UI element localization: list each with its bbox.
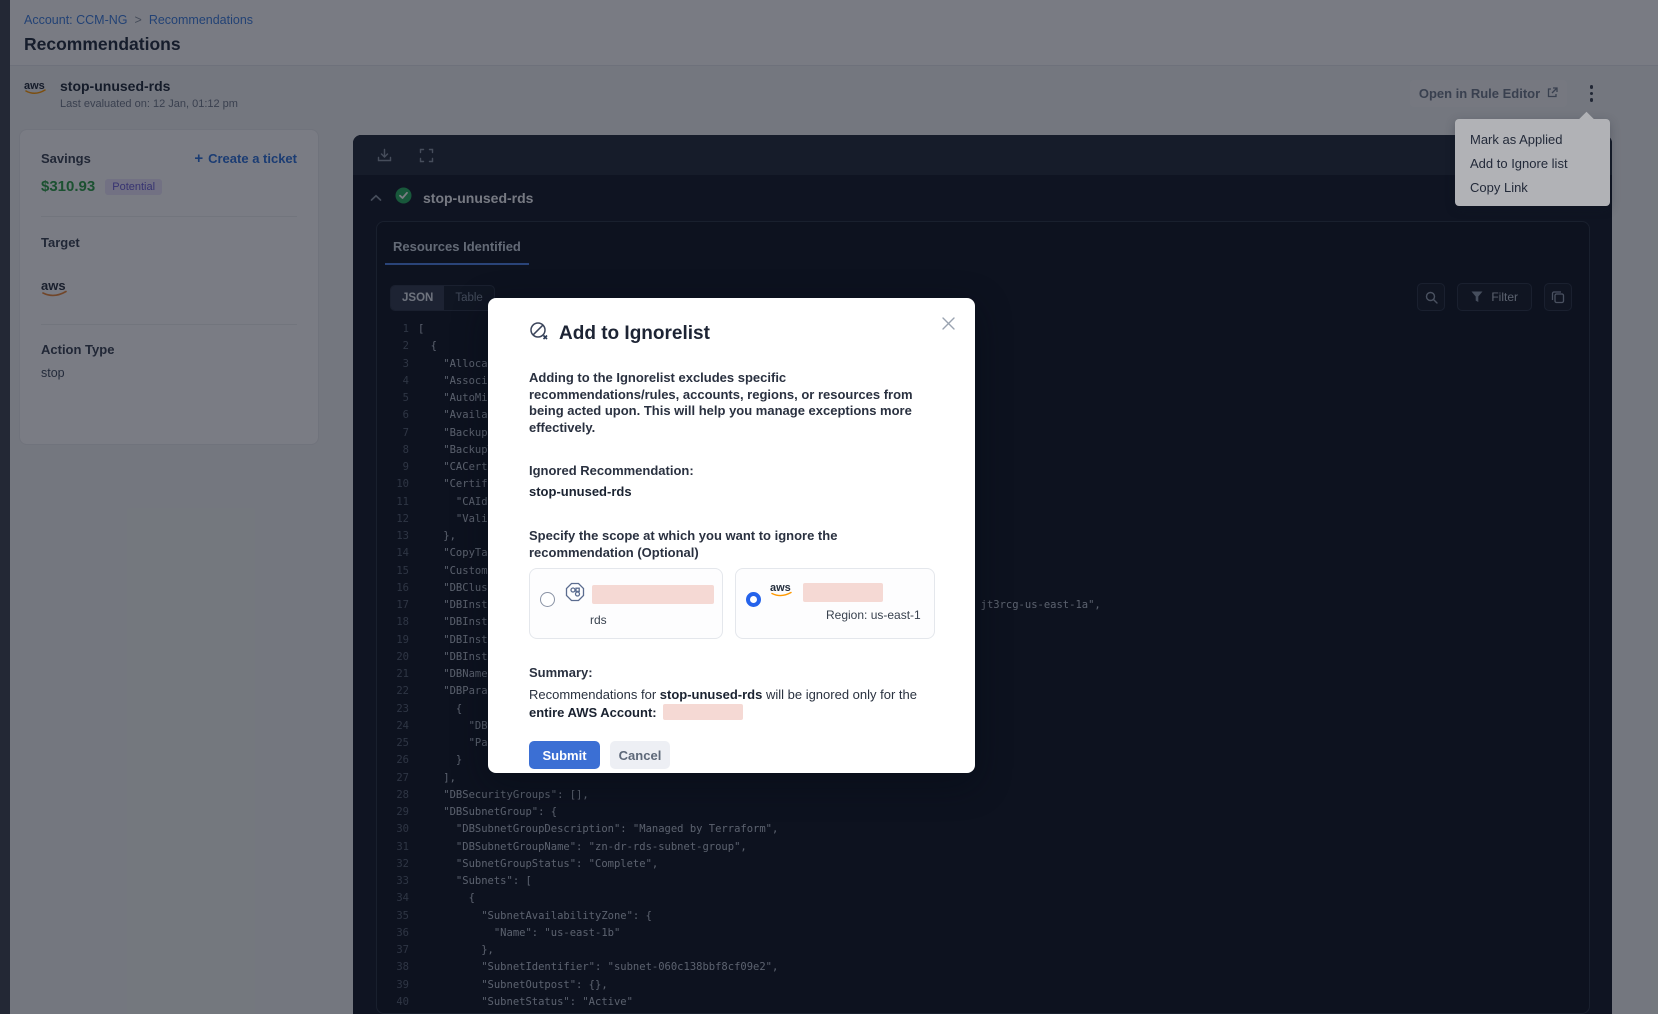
summary-label: Summary: xyxy=(529,665,935,680)
modal-title: Add to Ignorelist xyxy=(559,323,710,345)
scope-option-resource[interactable]: rds xyxy=(529,568,723,639)
scope-option-account[interactable]: aws Region: us-east-1 xyxy=(735,568,935,639)
ignore-icon xyxy=(529,321,550,347)
redacted-account-id xyxy=(663,704,743,720)
scope-label: Specify the scope at which you want to i… xyxy=(529,528,931,561)
aws-logo-text: aws xyxy=(770,582,791,594)
cancel-button[interactable]: Cancel xyxy=(610,741,670,769)
ignored-recommendation-value: stop-unused-rds xyxy=(529,484,935,499)
scope-option-caption: Region: us-east-1 xyxy=(826,608,921,622)
service-nodes-icon xyxy=(564,581,586,608)
screen: Account: CCM-NG > Recommendations Recomm… xyxy=(0,0,1658,1014)
redacted-resource-name xyxy=(592,585,714,604)
aws-logo-icon: aws xyxy=(770,581,797,603)
summary-part: will be ignored only for the xyxy=(762,687,917,702)
submit-button[interactable]: Submit xyxy=(529,741,600,769)
modal-description: Adding to the Ignorelist excludes specif… xyxy=(529,370,913,436)
summary-recommendation-name: stop-unused-rds xyxy=(660,687,763,702)
ignored-recommendation-label: Ignored Recommendation: xyxy=(529,463,935,478)
close-icon[interactable] xyxy=(937,312,959,334)
redacted-account-id xyxy=(803,583,883,602)
add-to-ignorelist-modal: Add to Ignorelist Adding to the Ignoreli… xyxy=(488,298,975,773)
summary-scope-bold: entire AWS Account: xyxy=(529,705,657,720)
radio-unselected[interactable] xyxy=(540,592,555,607)
scope-option-caption: rds xyxy=(590,613,714,627)
summary-part: Recommendations for xyxy=(529,687,660,702)
radio-selected[interactable] xyxy=(746,592,761,607)
summary-text: Recommendations for stop-unused-rds will… xyxy=(529,686,929,721)
